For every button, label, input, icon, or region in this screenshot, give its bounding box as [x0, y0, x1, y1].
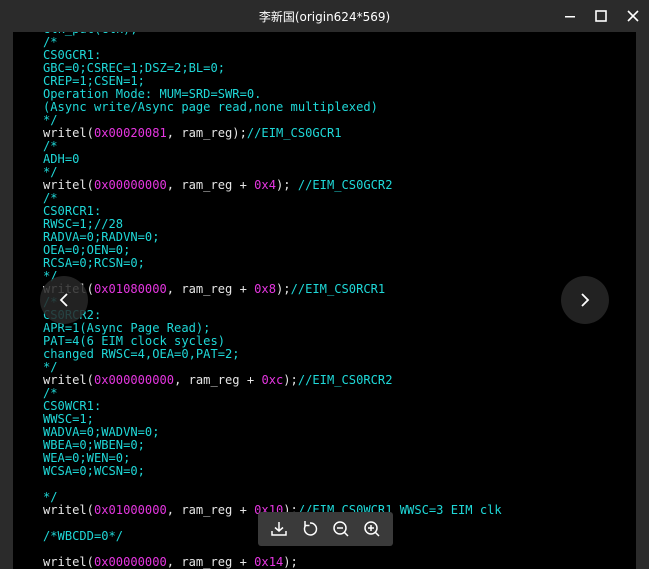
code-text: , ram_reg + [166, 555, 255, 569]
zoom-out-icon [333, 521, 349, 537]
code-comment: RADVA=0;RADVN=0; [43, 230, 160, 244]
code-comment: GBC=0;CSREC=1;DSZ=2;BL=0; [43, 61, 226, 75]
code-number: 0x00000000 [93, 555, 167, 569]
maximize-icon [595, 10, 607, 22]
image-toolbar [258, 512, 393, 546]
code-comment: /* [43, 191, 58, 205]
code-comment: //EIM_CS0RCR2 [297, 373, 393, 387]
code-text: ); [276, 178, 298, 192]
code-text: , ram_reg + [166, 178, 255, 192]
download-icon [271, 522, 288, 536]
window-title: 李新国(origin624*569) [258, 10, 391, 24]
close-icon [627, 10, 639, 22]
zoom-out-button[interactable] [329, 517, 353, 541]
image-canvas: //clk_set_rate(clk,rate);printk("emi_slo… [13, 0, 636, 569]
code-text: ); [276, 282, 291, 296]
code-text: , ram_reg + [166, 282, 255, 296]
code-comment: WBEA=0;WBEN=0; [43, 438, 145, 452]
code-comment: /* [43, 139, 58, 153]
code-text: ); [283, 555, 298, 569]
code-line: writel(0x01080000, ram_reg + 0x8);//EIM_… [43, 283, 502, 296]
code-text: ); [283, 373, 298, 387]
code-line: writel(0x00020081, ram_reg);//EIM_CS0GCR… [43, 127, 502, 140]
code-line: /* [43, 140, 502, 153]
code-comment: //EIM_CS0GCR1 [246, 126, 342, 140]
code-line: writel(0x00000000, ram_reg + 0x14); [43, 556, 502, 569]
next-image-button[interactable] [561, 276, 609, 324]
code-comment: (Async write/Async page read,none multip… [43, 100, 378, 114]
code-number: 0x8 [254, 282, 276, 296]
code-number: 0x01000000 [93, 503, 167, 517]
code-comment: RWSC=1;//28 [43, 217, 124, 231]
code-line: /* [43, 36, 502, 49]
code-number: 0x00000000 [93, 178, 167, 192]
code-comment: //EIM_CS0RCR1 [290, 282, 386, 296]
code-comment: //EIM_CS0GCR2 [297, 178, 393, 192]
code-line: WCSA=0;WCSN=0; [43, 465, 502, 478]
code-line: ADH=0 [43, 153, 502, 166]
rotate-button[interactable] [298, 517, 322, 541]
code-number: 0xc [261, 373, 284, 387]
previous-image-button[interactable] [40, 276, 88, 324]
code-comment: OEA=0;OEN=0; [43, 243, 131, 257]
code-text: , ram_reg + [166, 503, 255, 517]
code-number: 0x4 [254, 178, 276, 192]
title-bar: 李新国(origin624*569) [0, 0, 649, 32]
code-comment: Operation Mode: MUM=SRD=SWR=0. [43, 87, 262, 101]
code-comment: /* [43, 386, 58, 400]
code-comment: WADVA=0;WADVN=0; [43, 425, 160, 439]
code-comment: */ [43, 165, 58, 179]
code-comment: WCSA=0;WCSN=0; [43, 464, 145, 478]
download-button[interactable] [267, 517, 291, 541]
code-line: (Async write/Async page read,none multip… [43, 101, 502, 114]
code-comment: CS0RCR1: [43, 204, 102, 218]
code-text: writel( [43, 503, 94, 517]
minimize-icon [565, 16, 575, 18]
code-line: /* [43, 296, 502, 309]
code-comment: WWSC=1; [43, 412, 94, 426]
code-line: /* [43, 192, 502, 205]
code-text: , ram_reg); [166, 126, 247, 140]
code-text: writel( [43, 126, 94, 140]
code-line: writel(0x000000000, ram_reg + 0xc);//EIM… [43, 374, 502, 387]
code-text: writel( [43, 555, 94, 569]
code-comment: changed RWSC=4,OEA=0,PAT=2; [43, 347, 240, 361]
code-comment: */ [43, 490, 58, 504]
code-comment: WEA=0;WEN=0; [43, 451, 131, 465]
code-line: writel(0x00000000, ram_reg + 0x4); //EIM… [43, 179, 502, 192]
code-line: changed RWSC=4,OEA=0,PAT=2; [43, 348, 502, 361]
code-comment: PAT=4(6 EIM clock sycles) [43, 334, 226, 348]
code-line: CS0WCR1: [43, 400, 502, 413]
chevron-left-icon [59, 293, 68, 307]
code-number: 0x01080000 [93, 282, 167, 296]
code-text: writel( [43, 178, 94, 192]
code-line: RCSA=0;RCSN=0; [43, 257, 502, 270]
code-text: , ram_reg + [174, 373, 262, 387]
code-number: 0x000000000 [93, 373, 175, 387]
chevron-right-icon [581, 293, 590, 307]
close-button[interactable] [621, 4, 645, 28]
code-number: 0x14 [254, 555, 284, 569]
zoom-in-button[interactable] [360, 517, 384, 541]
maximize-button[interactable] [589, 4, 613, 28]
code-comment: ADH=0 [43, 152, 80, 166]
code-image-content: //clk_set_rate(clk,rate);printk("emi_slo… [43, 0, 502, 569]
code-text: writel( [43, 373, 94, 387]
code-comment: CREP=1;CSEN=1; [43, 74, 145, 88]
zoom-in-icon [363, 521, 380, 537]
code-comment: RCSA=0;RCSN=0; [43, 256, 145, 270]
code-comment: */ [43, 360, 58, 374]
code-number: 0x00020081 [93, 126, 167, 140]
rotate-icon [303, 521, 318, 536]
code-comment: /* [43, 35, 58, 49]
code-comment: CS0WCR1: [43, 399, 102, 413]
minimize-button[interactable] [558, 4, 582, 28]
code-line: /* [43, 387, 502, 400]
code-comment: */ [43, 113, 58, 127]
code-comment: CS0GCR1: [43, 48, 102, 62]
code-comment: /*WBCDD=0*/ [43, 529, 124, 543]
